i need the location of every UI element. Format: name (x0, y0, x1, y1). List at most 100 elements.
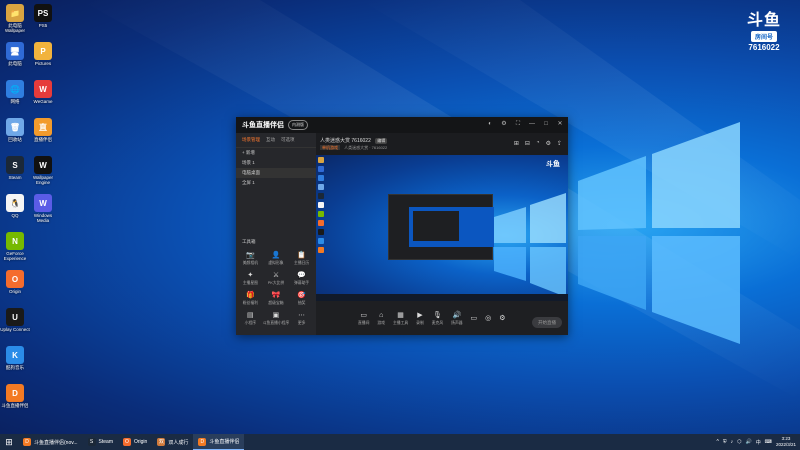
toolbox-item[interactable]: ▣ 斗鱼直播小程序 (263, 311, 290, 326)
control-button[interactable]: ▶ 录制 (416, 311, 424, 326)
desktop-icon[interactable]: 直直播伴侣 (28, 118, 58, 143)
taskbar-item[interactable]: O Origin (118, 434, 152, 450)
toolbox-item[interactable]: 📋 主播日历 (289, 251, 314, 266)
sidebar-tab[interactable]: 可选项 (281, 137, 295, 143)
fullscreen-icon[interactable]: ⛶ (514, 120, 522, 128)
desktop-icon[interactable]: W Wallpaper Engine (28, 156, 58, 186)
app-main-area: 人类迷惑大赏 7616022 编辑 单机游戏 人类迷惑大赏 · 7616022 … (316, 133, 568, 335)
scene-item[interactable]: 全屏 1 (236, 178, 316, 188)
edit-room-button[interactable]: 编辑 (375, 138, 388, 144)
toolbox-item[interactable]: 🎯 抽奖 (289, 291, 314, 306)
tool-icon: ▣ (272, 312, 280, 319)
app-icon: K (6, 346, 24, 364)
app-icon: 🖥 (6, 42, 24, 60)
toolbox-item[interactable]: 🎁 粉丝福利 (238, 291, 263, 306)
desktop-icon[interactable]: W Windows Media (28, 194, 58, 224)
split-icon[interactable]: ⊟ (525, 140, 530, 147)
desktop-icon-area: 📁 此电脑 Wallpaper 🖥 此电脑 🌐 网络 🗑 回收站 S Steam 🐧 QQ N GeFor… (0, 0, 64, 430)
desktop-icon[interactable]: D 斗鱼直播伴侣 (0, 384, 30, 409)
control-button[interactable]: 🔊 扬声器 (451, 311, 462, 326)
toolbox-item[interactable]: ▤ 小程序 (238, 311, 263, 326)
control-button[interactable]: 🎙 麦克风 (432, 311, 443, 326)
scene-item[interactable]: 电脑桌面 (236, 168, 316, 178)
settings-icon[interactable]: ⚙ (500, 120, 508, 128)
app-titlebar[interactable]: 斗鱼直播伴侣 内测版 ◐ ⚙ ⛶ — □ ✕ (236, 117, 568, 133)
tool-icon: 📋 (297, 252, 306, 259)
desktop-icon[interactable]: 🌐 网络 (0, 80, 30, 105)
ime-icon[interactable]: 中 (756, 439, 761, 446)
taskbar-item[interactable]: D 斗鱼直播伴侣(nov... (18, 434, 83, 450)
settings-icon[interactable]: ⚙ (546, 140, 551, 147)
tool-icon: ⋯ (298, 312, 306, 319)
toolbox-item[interactable]: ⚔ PK大比拼 (263, 271, 290, 286)
live-preview[interactable]: 斗鱼 (316, 155, 568, 301)
nested-preview (388, 194, 494, 260)
taskbar-item[interactable]: 双双人成行 (152, 434, 193, 450)
desktop-icon[interactable]: 🖥 此电脑 (0, 42, 30, 67)
network-icon[interactable]: ⬡ (737, 439, 741, 446)
close-icon[interactable]: ✕ (556, 120, 564, 128)
app-icon: 直 (34, 118, 52, 136)
tool-label: 主播日历 (294, 261, 310, 265)
desktop-icon[interactable]: PS PS5 (28, 4, 58, 29)
control-icon: ◎ (485, 314, 492, 322)
toolbox-item[interactable]: 📷 美颜相机 (238, 251, 263, 266)
room-category[interactable]: 单机游戏 (320, 145, 340, 150)
app-sidebar: 场景管理 互动 可选项 + 新增 场景 1 电脑桌面 全屏 1 工具箱 📷 美颜相机 👤 虚拟形… (236, 133, 316, 335)
security-icon[interactable]: ⛨ (723, 439, 727, 446)
timer-icon[interactable]: ◔ (536, 140, 540, 147)
desktop-icon[interactable]: O Origin (0, 270, 30, 295)
control-button[interactable]: ▭ 直播间 (358, 311, 369, 326)
taskbar-item[interactable]: D 斗鱼直播伴侣 (193, 434, 245, 450)
taskbar-item[interactable]: S Steam (83, 434, 118, 450)
toolbox-item[interactable]: ⋯ 更多 (289, 311, 314, 326)
room-title-text: 人类迷惑大赏 7616022 (320, 138, 371, 144)
taskbar-items: D 斗鱼直播伴侣(nov... S Steam O Origin 双双人成行 D 斗鱼直播伴侣 (18, 434, 245, 450)
desktop-icon[interactable]: 🐧 QQ (0, 194, 30, 219)
maximize-icon[interactable]: □ (542, 120, 550, 128)
control-label: 录制 (416, 320, 424, 325)
desktop-icon[interactable]: S Steam (0, 156, 30, 181)
desktop-icon[interactable]: 📁 此电脑 Wallpaper (0, 4, 30, 34)
desktop-icon-label: 酷狗音乐 (6, 365, 24, 370)
keyboard-icon[interactable]: ⌨ (765, 439, 772, 446)
control-button[interactable]: ▦ 主播工具 (393, 311, 408, 326)
minimize-icon[interactable]: — (528, 120, 536, 128)
desktop-icon[interactable]: P Pictures (28, 42, 58, 67)
start-button[interactable]: ⊞ (0, 434, 18, 450)
music-icon[interactable]: ♪ (731, 439, 734, 446)
app-icon: U (6, 308, 24, 326)
sidebar-tab[interactable]: 互动 (266, 137, 275, 143)
share-icon[interactable]: ⇪ (557, 140, 562, 147)
control-label: 游戏 (377, 320, 385, 325)
control-button[interactable]: ▭ (471, 314, 478, 323)
desktop-icon-label: Uplay Connect (0, 327, 30, 332)
scene-item[interactable]: 场景 1 (236, 158, 316, 168)
desktop-icon[interactable]: N GeForce Experience (0, 232, 30, 262)
clock[interactable]: 3:23 2022/3/21 (776, 436, 796, 448)
desktop-icon[interactable]: W WeGame (28, 80, 58, 105)
clock-date: 2022/3/21 (775, 442, 796, 447)
app-icon: W (34, 194, 52, 212)
desktop-icon[interactable]: 🗑 回收站 (0, 118, 30, 143)
start-live-button[interactable]: 开始直播 (532, 317, 562, 328)
layout-icon[interactable]: ⊞ (514, 140, 519, 147)
desktop-icon[interactable]: K 酷狗音乐 (0, 346, 30, 371)
room-info-bar: 人类迷惑大赏 7616022 编辑 单机游戏 人类迷惑大赏 · 7616022 … (316, 133, 568, 153)
toolbox-item[interactable]: 💬 弹幕助手 (289, 271, 314, 286)
toolbox-item[interactable]: 👤 虚拟形象 (263, 251, 290, 266)
version-badge[interactable]: 内测版 (288, 120, 308, 130)
control-button[interactable]: ◎ (485, 314, 491, 323)
toolbox-item[interactable]: ✦ 主播星图 (238, 271, 263, 286)
tool-label: 主播星图 (242, 281, 258, 285)
avatar-icon[interactable]: ◐ (486, 120, 494, 128)
sidebar-tab[interactable]: 场景管理 (242, 137, 260, 143)
volume-icon[interactable]: 🔊 (746, 439, 752, 446)
desktop-icon[interactable]: U Uplay Connect (0, 308, 30, 333)
taskbar-app-icon: D (23, 438, 31, 446)
scene-item[interactable]: + 新增 (236, 148, 316, 158)
show-hidden-icon[interactable]: ^ (717, 439, 719, 446)
control-button[interactable]: ⌂ 游戏 (377, 311, 385, 326)
toolbox-item[interactable]: 🎀 超级宝箱 (263, 291, 290, 306)
control-button[interactable]: ⚙ (499, 314, 505, 323)
